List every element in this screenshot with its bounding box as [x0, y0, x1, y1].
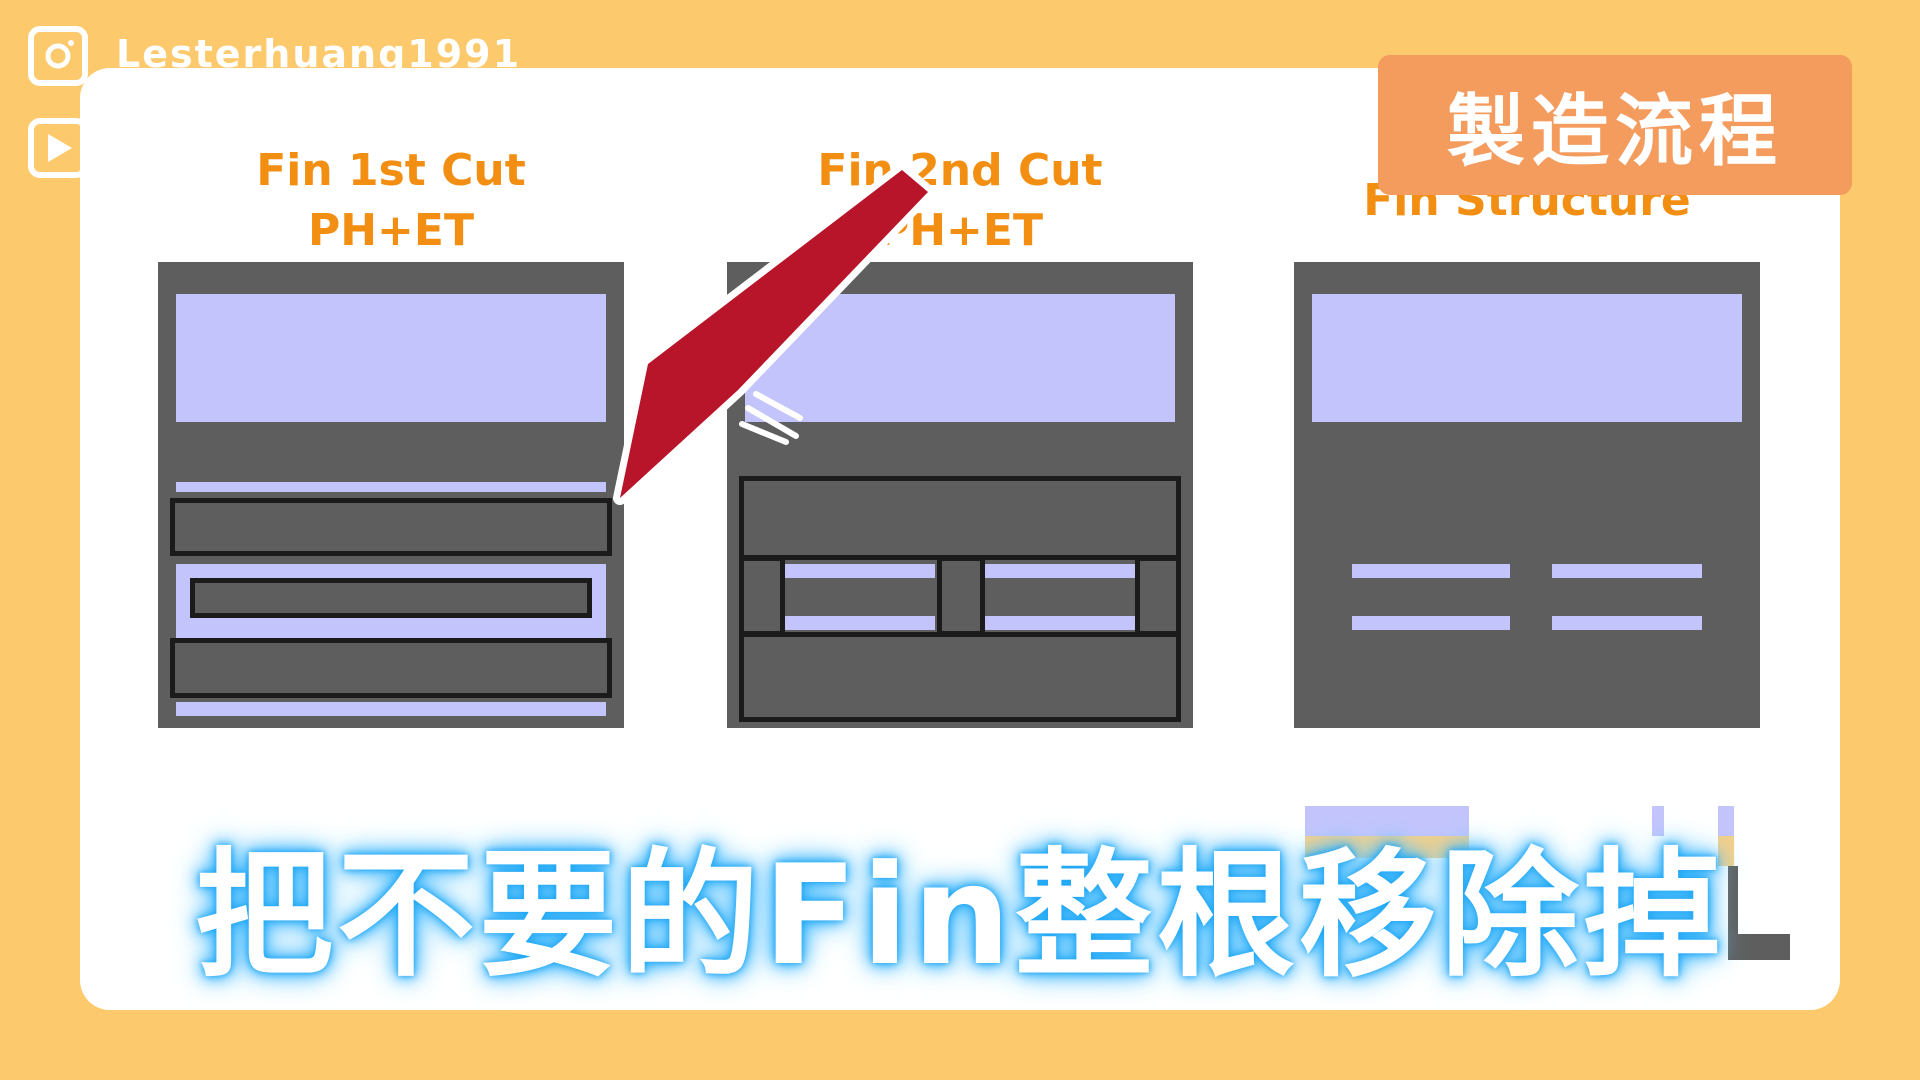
- subtitle-caption: 把不要的Fin整根移除掉: [195, 835, 1725, 996]
